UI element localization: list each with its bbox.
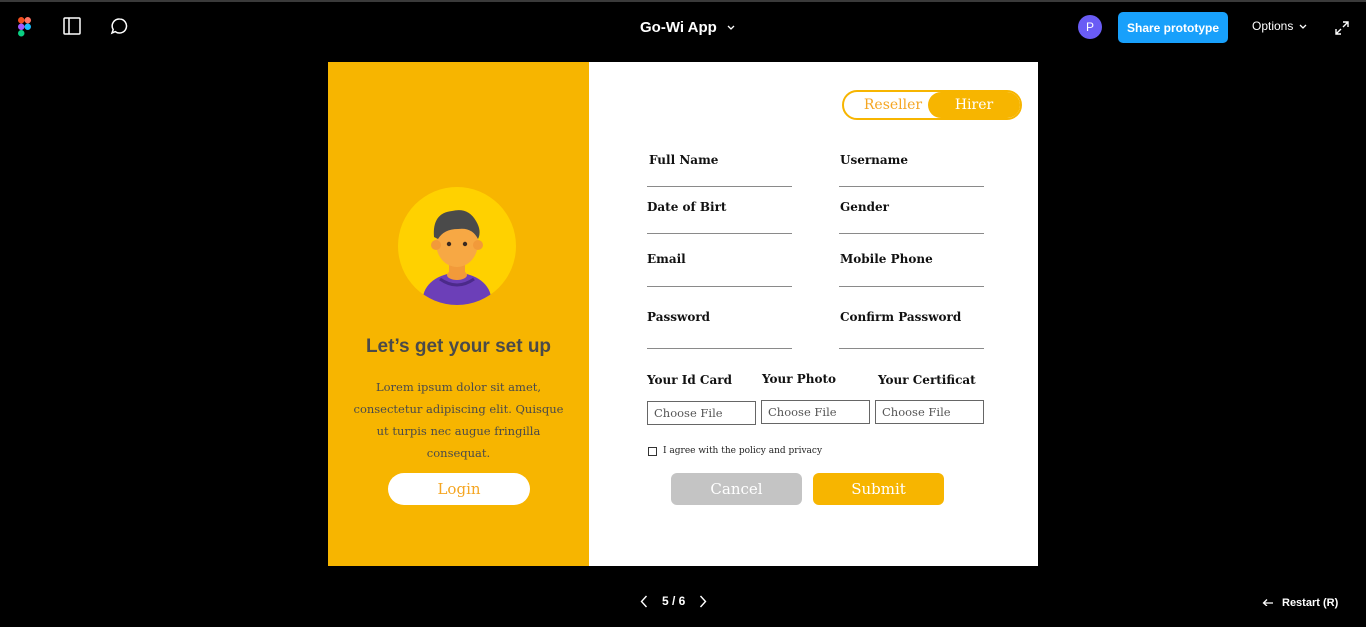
mobile-phone-label: Mobile Phone <box>840 252 933 266</box>
prototype-toolbar: Go-Wi App P Share prototype Options <box>0 2 1366 50</box>
photo-label: Your Photo <box>762 372 837 386</box>
date-of-birth-field[interactable] <box>647 212 792 234</box>
chevron-down-icon <box>727 18 735 36</box>
restart-arrow-icon <box>1262 596 1274 609</box>
policy-agreement: I agree with the policy and privacy <box>648 446 822 456</box>
login-button[interactable]: Login <box>388 473 530 505</box>
welcome-title: Let’s get your set up <box>365 336 552 357</box>
email-label: Email <box>647 252 686 266</box>
restart-button[interactable]: Restart (R) <box>1262 596 1338 609</box>
fullscreen-icon[interactable] <box>1335 21 1349 40</box>
file-title-dropdown[interactable]: Go-Wi App <box>640 18 735 36</box>
submit-button[interactable]: Submit <box>813 473 944 505</box>
gender-field[interactable] <box>839 212 984 234</box>
options-label: Options <box>1252 19 1294 33</box>
welcome-panel: Let’s get your set up Lorem ipsum dolor … <box>328 62 589 566</box>
role-option-hirer[interactable]: Hirer <box>928 92 1020 118</box>
options-menu-button[interactable]: Options <box>1252 19 1307 33</box>
email-field[interactable] <box>647 265 792 287</box>
share-prototype-button[interactable]: Share prototype <box>1118 12 1228 43</box>
page-navigator: 5 / 6 <box>640 594 707 608</box>
sidebar-panel-icon[interactable] <box>63 17 81 40</box>
password-field[interactable] <box>647 327 792 349</box>
agree-checkbox[interactable] <box>648 446 657 456</box>
confirm-password-label: Confirm Password <box>840 310 962 324</box>
confirm-password-field[interactable] <box>839 327 984 349</box>
role-option-reseller[interactable]: Reseller <box>850 92 936 118</box>
welcome-description: Lorem ipsum dolor sit amet, consectetur … <box>353 380 564 460</box>
file-title: Go-Wi App <box>640 18 717 36</box>
password-label: Password <box>647 310 711 324</box>
chevron-down-icon <box>1299 19 1307 33</box>
role-toggle[interactable]: Reseller Hirer <box>842 90 1022 120</box>
cancel-button[interactable]: Cancel <box>671 473 802 505</box>
id-card-file-button[interactable]: Choose File <box>647 401 756 425</box>
chevron-right-icon[interactable] <box>699 595 707 608</box>
user-avatar[interactable]: P <box>1078 15 1102 39</box>
chevron-left-icon[interactable] <box>640 595 648 608</box>
user-illustration <box>398 187 516 305</box>
restart-label: Restart (R) <box>1282 596 1339 609</box>
mobile-phone-field[interactable] <box>839 265 984 287</box>
full-name-field[interactable] <box>647 165 792 187</box>
photo-file-button[interactable]: Choose File <box>761 400 870 424</box>
prototype-frame: Let’s get your set up Lorem ipsum dolor … <box>328 62 1038 566</box>
certificate-file-button[interactable]: Choose File <box>875 400 984 424</box>
agree-text: I agree with the policy and privacy <box>663 446 823 456</box>
username-field[interactable] <box>839 165 984 187</box>
comment-icon[interactable] <box>110 17 129 41</box>
figma-logo-icon[interactable] <box>18 17 31 42</box>
page-indicator: 5 / 6 <box>662 594 686 608</box>
id-card-label: Your Id Card <box>647 373 732 387</box>
certificate-label: Your Certificat <box>878 373 976 387</box>
